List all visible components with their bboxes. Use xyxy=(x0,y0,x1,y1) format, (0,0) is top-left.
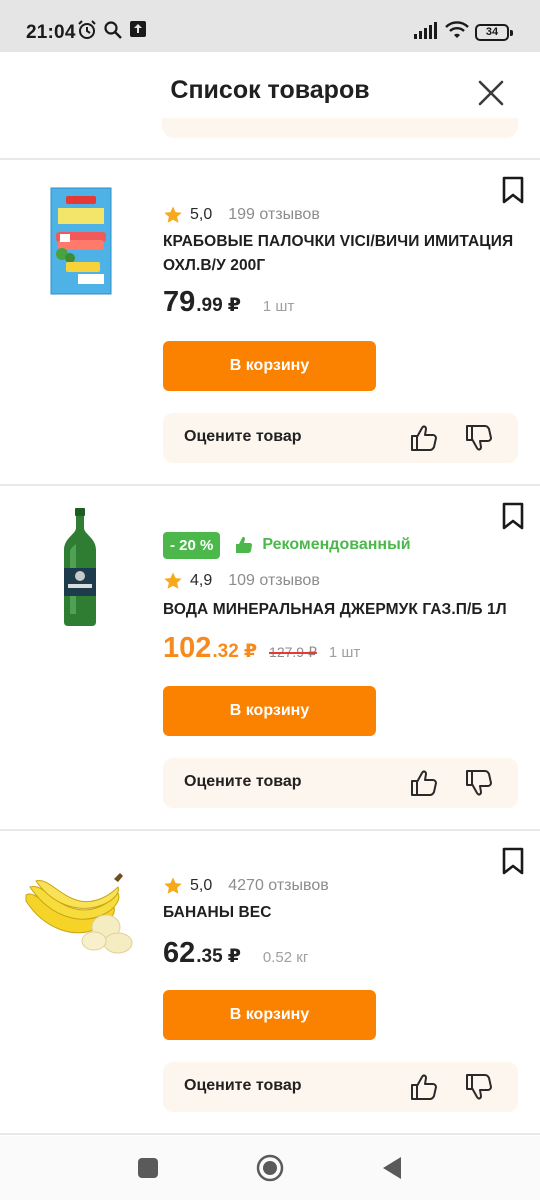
add-to-cart-button[interactable]: В корзину xyxy=(163,686,376,736)
price-row: 102 .32 ₽ 127.9 ₽ 1 шт xyxy=(163,632,360,668)
rate-product-box: Оцените товар xyxy=(163,413,518,463)
back-icon[interactable] xyxy=(381,1155,405,1181)
reviews-count[interactable]: 4270 отзывов xyxy=(228,877,328,895)
divider xyxy=(0,1133,540,1135)
close-icon[interactable] xyxy=(472,74,510,112)
rating-value: 5,0 xyxy=(190,877,213,894)
recent-apps-icon[interactable] xyxy=(136,1156,160,1180)
add-to-cart-button[interactable]: В корзину xyxy=(163,990,376,1040)
quantity: 1 шт xyxy=(328,644,361,661)
status-bar: 21:04 34 xyxy=(0,0,540,52)
star-icon xyxy=(164,206,182,223)
product-name[interactable]: БАНАНЫ ВЕС xyxy=(163,901,533,925)
system-navigation-bar xyxy=(0,1136,540,1200)
price-fraction: .35 xyxy=(196,946,223,967)
recommended-label: Рекомендованный xyxy=(262,536,411,553)
recommended-thumb-icon xyxy=(236,536,253,553)
thumbs-down-icon[interactable] xyxy=(464,1072,494,1102)
app-screen: 21:04 34 Список товаров 5,0 199 отзывов … xyxy=(0,0,540,1200)
rating-value: 4,9 xyxy=(190,572,213,589)
rating-value: 5,0 xyxy=(190,206,213,223)
page-title: Список товаров xyxy=(170,76,370,104)
reviews-count[interactable]: 109 отзывов xyxy=(228,572,320,590)
star-icon xyxy=(164,572,182,589)
rating-row: 5,0 199 отзывов xyxy=(163,204,320,226)
product-card: - 20 % Рекомендованный 4,9 109 отзывов В… xyxy=(0,486,540,812)
badge-row: - 20 % Рекомендованный xyxy=(163,530,411,560)
crab-sticks-image xyxy=(50,187,112,295)
wifi-icon xyxy=(445,21,469,38)
bookmark-icon[interactable] xyxy=(501,176,525,204)
signal-icon xyxy=(414,22,437,39)
price-integer: 62 xyxy=(163,937,196,969)
price-integer: 79 xyxy=(163,286,196,318)
status-time: 21:04 xyxy=(26,22,76,43)
rate-product-box: Оцените товар xyxy=(163,1062,518,1112)
thumbs-up-icon[interactable] xyxy=(409,1072,439,1102)
rate-product-label: Оцените товар xyxy=(184,1077,302,1094)
bananas-image xyxy=(25,873,133,954)
add-to-cart-button[interactable]: В корзину xyxy=(163,341,376,391)
product-card: 5,0 4270 отзывов БАНАНЫ ВЕС 62 .35 ₽ 0.5… xyxy=(0,831,540,1157)
thumbs-down-icon[interactable] xyxy=(464,423,494,453)
old-price: 127.9 ₽ xyxy=(269,644,317,660)
upload-notification-icon xyxy=(130,21,146,37)
price-row: 79 .99 ₽ 1 шт xyxy=(163,286,294,322)
battery-icon: 34 xyxy=(475,24,513,41)
thumbs-up-icon[interactable] xyxy=(409,423,439,453)
price-row: 62 .35 ₽ 0.52 кг xyxy=(163,937,308,973)
price-currency: ₽ xyxy=(227,295,241,316)
price-fraction: .99 xyxy=(196,295,223,316)
home-icon[interactable] xyxy=(255,1153,285,1183)
price-currency: ₽ xyxy=(227,946,241,967)
thumbs-up-icon[interactable] xyxy=(409,768,439,798)
price-currency: ₽ xyxy=(243,641,258,662)
product-name[interactable]: ВОДА МИНЕРАЛЬНАЯ ДЖЕРМУК ГАЗ.П/Б 1Л xyxy=(163,598,533,622)
price-integer: 102 xyxy=(163,632,212,664)
star-icon xyxy=(164,877,182,894)
search-icon xyxy=(104,21,122,39)
bookmark-icon[interactable] xyxy=(501,847,525,875)
product-name[interactable]: КРАБОВЫЕ ПАЛОЧКИ VICI/ВИЧИ ИМИТАЦИЯ ОХЛ.… xyxy=(163,230,533,278)
rate-product-label: Оцените товар xyxy=(184,428,302,445)
quantity: 1 шт xyxy=(262,298,295,315)
mineral-water-bottle-image xyxy=(64,508,96,626)
rate-product-label: Оцените товар xyxy=(184,773,302,790)
alarm-icon xyxy=(78,20,96,39)
product-card: 5,0 199 отзывов КРАБОВЫЕ ПАЛОЧКИ VICI/ВИ… xyxy=(0,160,540,486)
quantity: 0.52 кг xyxy=(262,949,309,966)
reviews-count[interactable]: 199 отзывов xyxy=(228,206,320,224)
rating-row: 5,0 4270 отзывов xyxy=(163,875,329,897)
rate-product-box: Оцените товар xyxy=(163,758,518,808)
rating-row: 4,9 109 отзывов xyxy=(163,570,320,592)
price-fraction: .32 xyxy=(212,641,239,662)
previous-card-edge xyxy=(162,118,518,138)
discount-badge: - 20 % xyxy=(163,531,221,559)
thumbs-down-icon[interactable] xyxy=(464,768,494,798)
bookmark-icon[interactable] xyxy=(501,502,525,530)
